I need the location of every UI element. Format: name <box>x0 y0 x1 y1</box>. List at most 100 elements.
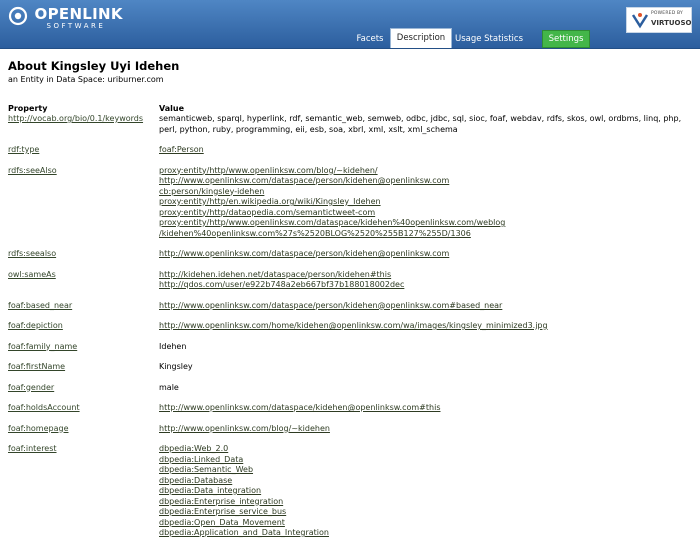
value-link[interactable]: dbpedia:Semantic_Web <box>159 465 253 474</box>
table-row: foaf:gender male <box>8 383 692 394</box>
value-link[interactable]: proxy:entity/http/dataopedia.com/semanti… <box>159 208 375 217</box>
value-link[interactable]: http://www.openlinksw.com/home/kidehen@o… <box>159 321 548 330</box>
tab-usage-statistics[interactable]: Usage Statistics <box>454 31 524 48</box>
table-row: foaf:based_near http://www.openlinksw.com… <box>8 301 692 312</box>
value-line: /kidehen%40openlinksw.com%27s%2520BLOG%2… <box>159 229 692 240</box>
table-row: foaf:depiction http://www.openlinksw.com/… <box>8 321 692 332</box>
property-cell: foaf:firstName <box>8 362 159 373</box>
property-link[interactable]: foaf:depiction <box>8 321 63 330</box>
property-link[interactable]: foaf:gender <box>8 383 54 392</box>
table-row: foaf:firstName Kingsley <box>8 362 692 373</box>
value-line: http://www.openlinksw.com/blog/~kidehen <box>159 424 692 435</box>
value-line: http://www.openlinksw.com/dataspace/pers… <box>159 249 692 260</box>
value-link[interactable]: proxy:entity/http/www.openlinksw.com/dat… <box>159 218 505 227</box>
value-link[interactable]: dbpedia:Open_Data_Movement <box>159 518 285 527</box>
table-row: rdf:type foaf:Person <box>8 145 692 156</box>
value-cell: http://www.openlinksw.com/dataspace/kide… <box>159 403 692 414</box>
value-link[interactable]: http://www.openlinksw.com/dataspace/pers… <box>159 176 449 185</box>
property-cell: owl:sameAs <box>8 270 159 291</box>
property-link[interactable]: owl:sameAs <box>8 270 56 279</box>
value-cell: http://kidehen.idehen.net/dataspace/pers… <box>159 270 692 291</box>
tab-settings[interactable]: Settings <box>542 30 590 48</box>
table-header-row: Property Value <box>8 104 692 114</box>
table-row: foaf:holdsAccount http://www.openlinksw.c… <box>8 403 692 414</box>
value-link[interactable]: dbpedia:Web_2.0 <box>159 444 228 453</box>
row-spacer <box>8 311 692 321</box>
property-link[interactable]: foaf:holdsAccount <box>8 403 80 412</box>
row-spacer <box>8 239 692 249</box>
property-link[interactable]: foaf:homepage <box>8 424 69 433</box>
value-cell: semanticweb, sparql, hyperlink, rdf, sem… <box>159 114 692 135</box>
row-spacer-cell <box>8 260 692 270</box>
row-spacer-cell <box>8 156 692 166</box>
value-line: http://www.openlinksw.com/dataspace/pers… <box>159 301 692 312</box>
openlink-logo[interactable]: OPENLINK SOFTWARE <box>8 6 123 31</box>
value-column-header: Value <box>159 104 185 113</box>
data-space-link[interactable]: uriburner.com <box>108 75 164 84</box>
virtuoso-logo-icon <box>631 13 649 29</box>
value-link[interactable]: http://www.openlinksw.com/dataspace/kide… <box>159 403 440 412</box>
value-link[interactable]: http://www.openlinksw.com/dataspace/pers… <box>159 301 502 310</box>
table-row: foaf:homepage http://www.openlinksw.com/b… <box>8 424 692 435</box>
property-cell: rdf:type <box>8 145 159 156</box>
property-link[interactable]: foaf:based_near <box>8 301 72 310</box>
value-line: dbpedia:Data_integration <box>159 486 692 497</box>
value-line: dbpedia:Linked_Data <box>159 455 692 466</box>
property-link[interactable]: rdf:type <box>8 145 39 154</box>
value-line: dbpedia:Semantic_Web <box>159 465 692 476</box>
about-prefix: About <box>8 59 47 73</box>
value-line: http://www.openlinksw.com/dataspace/kide… <box>159 403 692 414</box>
property-link[interactable]: rdfs:seealso <box>8 249 56 258</box>
page-title: About Kingsley Uyi Idehen <box>8 59 692 73</box>
value-link[interactable]: dbpedia:Enterprise_integration <box>159 497 283 506</box>
row-spacer-cell <box>8 373 692 383</box>
value-link[interactable]: dbpedia:Linked_Data <box>159 455 243 464</box>
row-spacer-cell <box>8 434 692 444</box>
value-line: Kingsley <box>159 362 692 373</box>
value-link[interactable]: proxy:entity/http/www.openlinksw.com/blo… <box>159 166 378 175</box>
property-cell: http://vocab.org/bio/0.1/keywords <box>8 114 159 135</box>
value-link[interactable]: dbpedia:Enterprise_service_bus <box>159 507 286 516</box>
row-spacer-cell <box>8 332 692 342</box>
property-link[interactable]: rdfs:seeAlso <box>8 166 57 175</box>
table-row: owl:sameAs http://kidehen.idehen.net/data… <box>8 270 692 291</box>
value-link[interactable]: http://www.openlinksw.com/dataspace/pers… <box>159 249 449 258</box>
row-spacer <box>8 393 692 403</box>
value-link[interactable]: proxy:entity/http/en.wikipedia.org/wiki/… <box>159 197 381 206</box>
value-link[interactable]: foaf:Person <box>159 145 204 154</box>
property-link[interactable]: http://vocab.org/bio/0.1/keywords <box>8 114 143 123</box>
value-link[interactable]: dbpedia:Application_and_Data_Integration <box>159 528 329 537</box>
property-cell: rdfs:seealso <box>8 249 159 260</box>
value-cell: Idehen <box>159 342 692 353</box>
value-link[interactable]: /kidehen%40openlinksw.com%27s%2520BLOG%2… <box>159 229 471 238</box>
value-link[interactable]: dbpedia:Data_integration <box>159 486 261 495</box>
row-spacer <box>8 135 692 145</box>
value-link[interactable]: cb:person/kingsley-idehen <box>159 187 264 196</box>
value-link[interactable]: http://www.openlinksw.com/blog/~kidehen <box>159 424 330 433</box>
tab-description[interactable]: Description <box>390 28 452 48</box>
property-cell: foaf:gender <box>8 383 159 394</box>
property-link[interactable]: foaf:interest <box>8 444 57 453</box>
property-cell: foaf:family_name <box>8 342 159 353</box>
property-cell: foaf:based_near <box>8 301 159 312</box>
property-cell: foaf:homepage <box>8 424 159 435</box>
tab-facets[interactable]: Facets <box>352 31 388 48</box>
value-line: Idehen <box>159 342 692 353</box>
value-line: dbpedia:Enterprise_service_bus <box>159 507 692 518</box>
entity-title-link[interactable]: Kingsley Uyi Idehen <box>51 59 180 73</box>
value-cell: foaf:Person <box>159 145 692 156</box>
value-text: Idehen <box>159 341 187 351</box>
table-row: rdfs:seealso http://www.openlinksw.com/da… <box>8 249 692 260</box>
property-link[interactable]: foaf:family_name <box>8 342 77 351</box>
row-spacer <box>8 373 692 383</box>
table-body: http://vocab.org/bio/0.1/keywords semanti… <box>8 114 692 539</box>
property-link[interactable]: foaf:firstName <box>8 362 65 371</box>
value-line: proxy:entity/http/www.openlinksw.com/blo… <box>159 166 692 177</box>
value-cell: dbpedia:Web_2.0 dbpedia:Linked_Data dbpedi… <box>159 444 692 539</box>
virtuoso-badge[interactable]: POWERED BY VIRTUOSO <box>626 7 692 33</box>
table-row: http://vocab.org/bio/0.1/keywords semanti… <box>8 114 692 135</box>
value-line: http://qdos.com/user/e922b748a2eb667bf37… <box>159 280 692 291</box>
value-link[interactable]: http://kidehen.idehen.net/dataspace/pers… <box>159 270 391 279</box>
value-link[interactable]: dbpedia:Database <box>159 476 232 485</box>
value-link[interactable]: http://qdos.com/user/e922b748a2eb667bf37… <box>159 280 404 289</box>
